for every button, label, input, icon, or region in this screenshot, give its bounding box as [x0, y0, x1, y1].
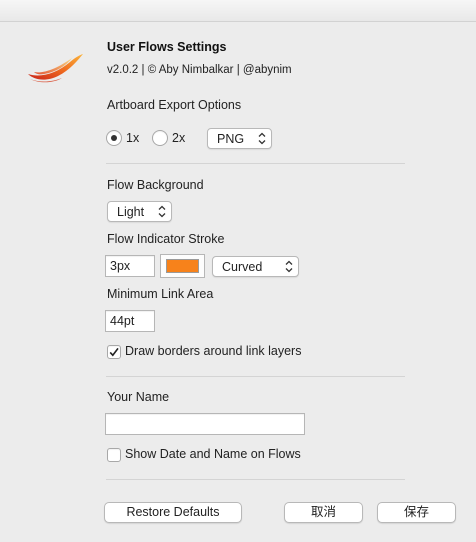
min-link-area-heading: Minimum Link Area	[107, 287, 214, 301]
up-down-chevron-icon	[158, 205, 166, 218]
flow-background-select[interactable]: Light	[107, 201, 172, 222]
draw-borders-label[interactable]: Draw borders around link layers	[125, 344, 301, 358]
show-date-name-label[interactable]: Show Date and Name on Flows	[125, 447, 301, 461]
flow-background-value: Light	[117, 205, 145, 219]
up-down-chevron-icon	[285, 260, 293, 273]
separator	[106, 163, 405, 164]
min-link-area-field[interactable]: 44pt	[105, 310, 155, 332]
separator	[106, 376, 405, 377]
scale-1x-radio[interactable]	[106, 130, 122, 146]
up-down-chevron-icon	[258, 132, 266, 145]
scale-2x-radio[interactable]	[152, 130, 168, 146]
your-name-field[interactable]	[105, 413, 305, 435]
show-date-name-checkbox[interactable]	[107, 448, 121, 462]
stroke-style-select[interactable]: Curved	[212, 256, 299, 277]
app-title: User Flows Settings	[107, 40, 227, 54]
save-button[interactable]: 保存	[377, 502, 456, 523]
draw-borders-checkbox[interactable]	[107, 345, 121, 359]
separator	[106, 479, 405, 480]
export-format-select[interactable]: PNG	[207, 128, 272, 149]
restore-defaults-button[interactable]: Restore Defaults	[104, 502, 242, 523]
stroke-color-well[interactable]	[160, 254, 205, 278]
stroke-style-value: Curved	[222, 260, 263, 274]
export-format-value: PNG	[217, 132, 245, 146]
cancel-button[interactable]: 取消	[284, 502, 363, 523]
stroke-width-field[interactable]: 3px	[105, 255, 155, 277]
checkmark-icon	[109, 347, 119, 357]
export-options-heading: Artboard Export Options	[107, 98, 242, 112]
scale-2x-label[interactable]: 2x	[172, 131, 185, 145]
your-name-heading: Your Name	[107, 390, 170, 404]
app-version-credits: v2.0.2 | © Aby Nimbalkar | @abynim	[107, 64, 292, 76]
stroke-color-swatch	[166, 259, 199, 273]
flow-background-heading: Flow Background	[107, 178, 204, 192]
scale-1x-label[interactable]: 1x	[126, 131, 139, 145]
brush-stroke-logo-icon	[28, 54, 83, 83]
window-titlebar[interactable]	[0, 0, 476, 22]
flow-stroke-heading: Flow Indicator Stroke	[107, 232, 225, 246]
